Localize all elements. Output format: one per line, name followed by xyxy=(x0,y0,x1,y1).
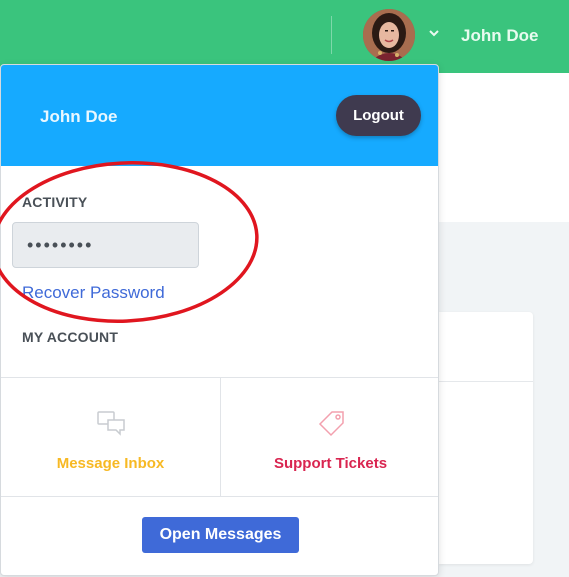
dropdown-username: John Doe xyxy=(40,107,118,126)
chevron-down-icon[interactable] xyxy=(427,26,441,40)
message-inbox-button[interactable]: Message Inbox xyxy=(1,378,220,496)
recover-password-link[interactable]: Recover Password xyxy=(22,283,165,303)
message-inbox-label: Message Inbox xyxy=(56,455,165,472)
activity-heading: ACTIVITY xyxy=(22,194,88,210)
user-avatar[interactable] xyxy=(363,9,415,61)
support-tickets-button[interactable]: Support Tickets xyxy=(221,378,438,496)
chat-bubbles-icon xyxy=(96,408,128,440)
card-divider xyxy=(439,381,533,382)
grid-divider-bottom xyxy=(1,496,438,497)
tag-icon xyxy=(316,408,348,440)
background-card xyxy=(439,312,533,564)
header-divider xyxy=(331,16,332,54)
password-field[interactable] xyxy=(12,222,199,268)
support-tickets-label: Support Tickets xyxy=(273,455,388,472)
logout-button[interactable]: Logout xyxy=(336,95,421,136)
my-account-heading: MY ACCOUNT xyxy=(22,329,119,345)
open-messages-button[interactable]: Open Messages xyxy=(142,517,299,553)
user-dropdown-menu: John Doe Logout ACTIVITY Recover Passwor… xyxy=(0,64,439,576)
top-header-bar: John Doe xyxy=(0,0,569,73)
avatar-photo-icon xyxy=(363,9,415,61)
dropdown-header: John Doe Logout xyxy=(1,65,438,166)
header-username[interactable]: John Doe xyxy=(461,26,538,46)
background-panel xyxy=(439,73,569,222)
